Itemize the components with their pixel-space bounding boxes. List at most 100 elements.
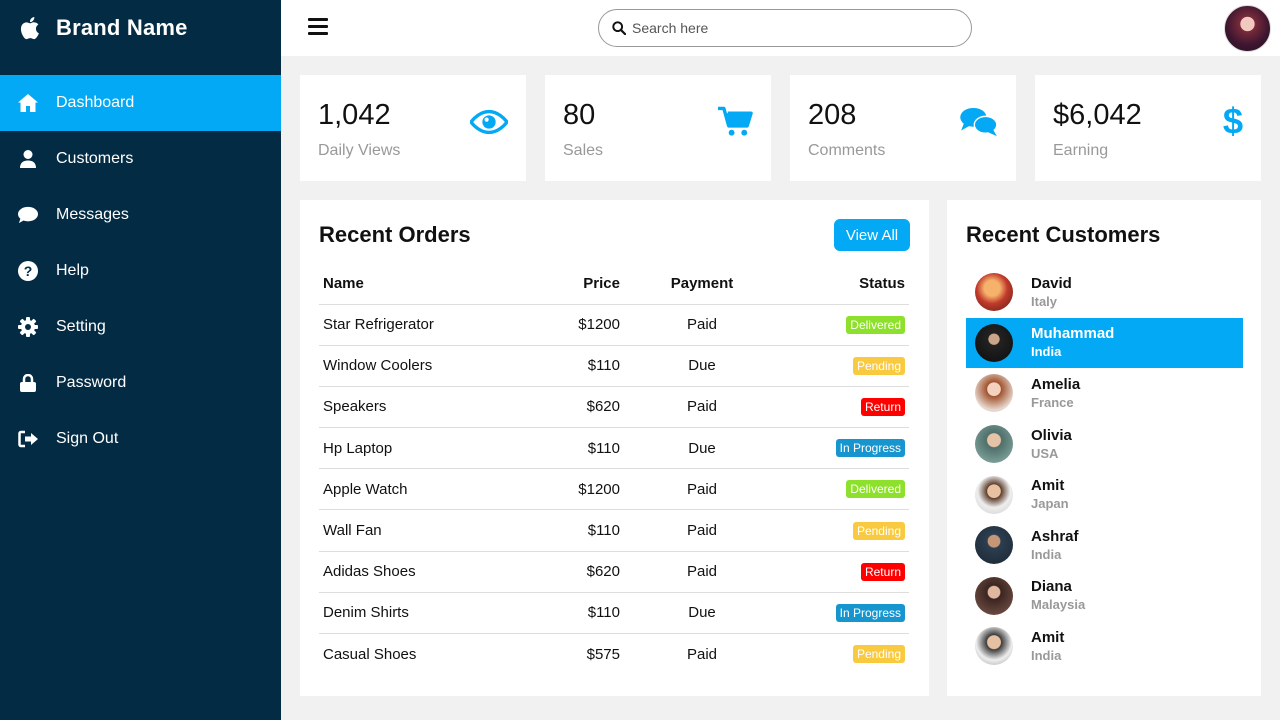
order-payment: Due (620, 345, 784, 387)
order-price: $110 (539, 427, 620, 470)
customer-item[interactable]: Diana Malaysia (966, 571, 1243, 622)
table-row[interactable]: Wall Fan $110 Paid Pending (319, 509, 909, 552)
customer-name: David (1031, 274, 1072, 292)
customer-country: Malaysia (1031, 597, 1086, 613)
search-input[interactable] (632, 20, 932, 36)
order-price: $575 (586, 645, 620, 663)
orders-table: Name Price Payment Status Star Refrigera… (319, 263, 909, 675)
card-value: 208 (808, 99, 857, 131)
customer-avatar (975, 526, 1013, 565)
card-value: $6,042 (1053, 99, 1142, 131)
customer-avatar (975, 627, 1013, 666)
table-row[interactable]: Adidas Shoes $620 Paid Return (319, 551, 909, 593)
order-status-cell: In Progress (784, 427, 909, 470)
cart-icon (718, 106, 753, 136)
card-comments[interactable]: 208 Comments (790, 75, 1016, 181)
comments-icon (960, 107, 998, 137)
customer-avatar (975, 576, 1013, 615)
column-header-payment[interactable]: Payment (620, 263, 784, 305)
column-header-status[interactable]: Status (784, 263, 909, 305)
customer-info: Amit India (1031, 629, 1064, 664)
order-price: $110 (539, 345, 620, 387)
sidebar-item-label: Setting (56, 318, 106, 335)
sidebar-item-setting[interactable]: Setting (0, 299, 281, 355)
card-label: Comments (808, 142, 886, 159)
order-payment: Paid (620, 386, 784, 429)
card-daily-views[interactable]: 1,042 Daily Views (300, 75, 526, 181)
sidebar-item-messages[interactable]: Messages (0, 187, 281, 243)
table-header-row: Name Price Payment Status (319, 263, 909, 305)
order-name: Adidas Shoes (319, 551, 539, 593)
customer-country: Japan (1031, 496, 1069, 512)
brand-name: Brand Name (56, 15, 188, 40)
brand[interactable]: Brand Name (0, 0, 281, 56)
order-name: Wall Fan (319, 509, 539, 552)
order-price: $620 (539, 551, 620, 593)
customer-item[interactable]: Amit India (966, 621, 1243, 672)
column-header-price[interactable]: Price (539, 263, 620, 305)
customer-country: India (1031, 647, 1062, 663)
table-row[interactable]: Window Coolers $110 Due Pending (319, 345, 909, 387)
lock-icon (18, 373, 38, 393)
table-row[interactable]: Hp Laptop $110 Due In Progress (319, 427, 909, 470)
sidebar-item-dashboard[interactable]: Dashboard (0, 75, 281, 131)
customer-item[interactable]: Ashraf India (966, 520, 1243, 571)
order-name: Star Refrigerator (319, 304, 539, 346)
sidebar-item-password[interactable]: Password (0, 355, 281, 411)
customer-item[interactable]: Amit Japan (966, 469, 1243, 520)
order-name: Casual Shoes (323, 645, 417, 663)
table-row[interactable]: Denim Shirts $110 Due In Progress (319, 592, 909, 635)
status-badge: In Progress (835, 603, 905, 622)
order-price: $110 (539, 592, 620, 635)
sidebar-item-help[interactable]: ? Help (0, 243, 281, 299)
search-box[interactable] (598, 9, 972, 47)
order-payment: Paid (620, 551, 784, 593)
card-label: Sales (563, 142, 604, 159)
customer-name: Amit (1031, 628, 1065, 646)
table-row[interactable]: Casual Shoes $575 Paid Pending (319, 634, 909, 675)
table-row[interactable]: Speakers $620 Paid Return (319, 386, 909, 429)
customer-item[interactable]: Olivia USA (966, 419, 1243, 470)
order-name: Denim Shirts (319, 592, 539, 635)
card-earning[interactable]: $6,042 Earning $ (1035, 75, 1261, 181)
sidebar-item-label: Help (56, 262, 89, 279)
gear-icon (18, 317, 38, 337)
sidebar-item-label: Password (56, 374, 127, 391)
card-sales[interactable]: 80 Sales (545, 75, 771, 181)
search-icon (612, 21, 626, 35)
status-badge: Return (860, 397, 905, 416)
order-payment: Paid (620, 468, 784, 511)
customer-avatar (975, 475, 1013, 514)
order-name: Apple Watch (319, 468, 539, 511)
order-status-cell: Delivered (784, 468, 909, 511)
order-payment: Paid (620, 304, 784, 346)
order-status-cell: Pending (784, 509, 909, 552)
sidebar-item-label: Messages (56, 206, 129, 223)
table-row[interactable]: Star Refrigerator $1200 Paid Delivered (319, 304, 909, 346)
customer-country: India (1031, 546, 1062, 562)
customer-country: France (1031, 394, 1074, 410)
status-badge: Return (860, 562, 905, 581)
table-row[interactable]: Apple Watch $1200 Paid Delivered (319, 468, 909, 511)
customer-item[interactable]: Amelia France (966, 368, 1243, 419)
sidebar-item-customers[interactable]: Customers (0, 131, 281, 187)
customer-country: USA (1031, 445, 1059, 461)
order-price: $1200 (539, 468, 620, 511)
customer-name: Muhammad (1031, 325, 1115, 343)
menu-toggle-icon[interactable] (308, 18, 328, 36)
order-status-cell: Return (784, 551, 909, 593)
customer-info: Ashraf India (1031, 528, 1079, 563)
view-all-button[interactable]: View All (834, 219, 910, 251)
customer-item[interactable]: David Italy (966, 267, 1243, 318)
customer-item[interactable]: Muhammad India (966, 317, 1243, 369)
order-price: $1200 (539, 304, 620, 346)
column-header-name[interactable]: Name (319, 263, 539, 305)
order-price: $620 (539, 386, 620, 429)
status-badge: Pending (852, 356, 905, 375)
customer-avatar (975, 425, 1013, 464)
card-value: 1,042 (318, 99, 391, 131)
user-avatar[interactable] (1224, 5, 1271, 52)
recent-orders-panel: Recent Orders View All Name Price Paymen… (300, 200, 929, 696)
order-name: Hp Laptop (319, 427, 539, 470)
sidebar-item-sign-out[interactable]: Sign Out (0, 411, 281, 467)
